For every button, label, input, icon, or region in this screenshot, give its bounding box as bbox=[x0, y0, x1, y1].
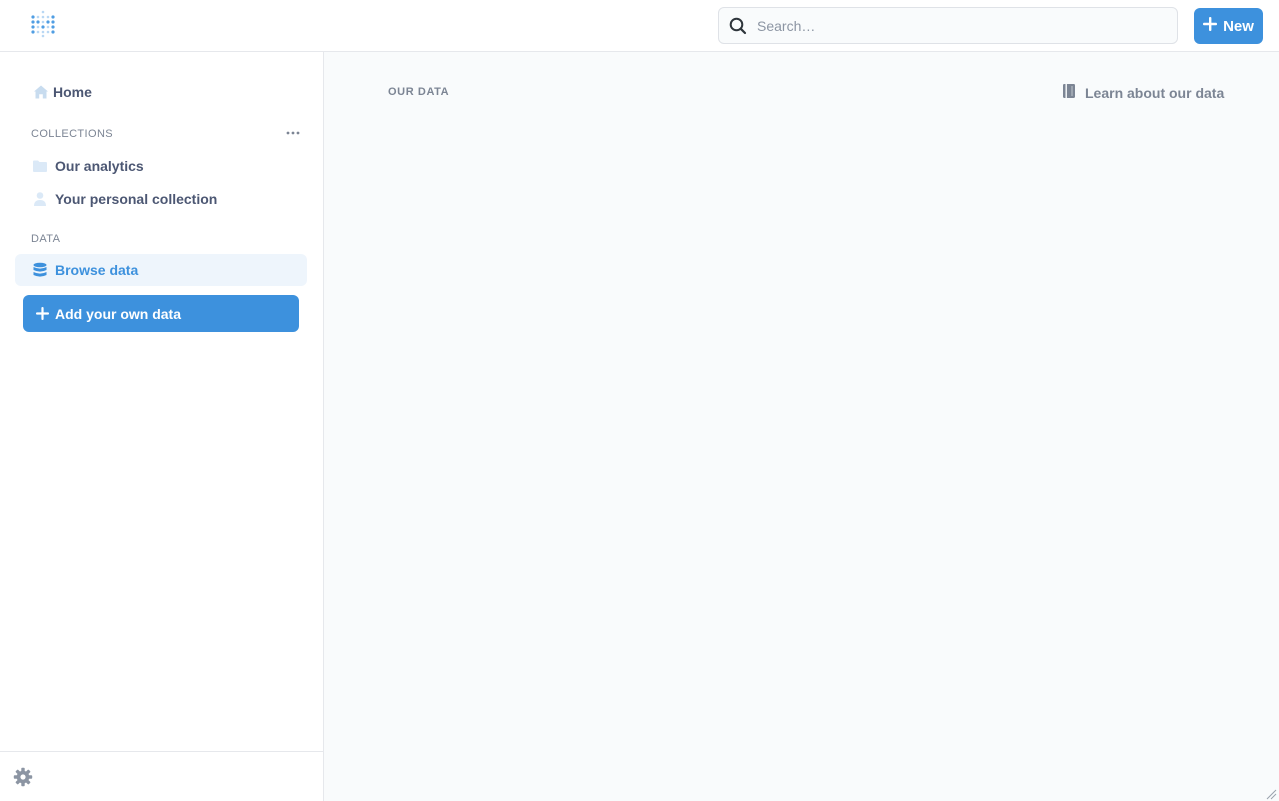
sidebar: Home COLLECTIONS Our analytics Your pers… bbox=[0, 52, 324, 801]
sidebar-item-home[interactable]: Home bbox=[15, 76, 307, 108]
sidebar-item-personal-collection[interactable]: Your personal collection bbox=[15, 183, 307, 215]
data-heading: DATA bbox=[31, 233, 61, 245]
add-your-own-data-button[interactable]: Add your own data bbox=[23, 295, 299, 332]
sidebar-item-browse-data[interactable]: Browse data bbox=[15, 254, 307, 286]
sidebar-item-label: Browse data bbox=[55, 262, 139, 278]
search-input[interactable] bbox=[757, 8, 1177, 43]
collections-more-icon[interactable] bbox=[282, 124, 304, 142]
learn-about-data-link[interactable]: Learn about our data bbox=[1062, 83, 1224, 103]
page-title: OUR DATA bbox=[388, 86, 450, 98]
reference-book-icon bbox=[1062, 83, 1077, 104]
top-navbar: New bbox=[0, 0, 1279, 52]
new-button[interactable]: New bbox=[1194, 8, 1263, 44]
sidebar-item-our-analytics[interactable]: Our analytics bbox=[15, 150, 307, 182]
home-icon bbox=[29, 80, 53, 104]
plus-icon bbox=[32, 307, 52, 320]
search-bar[interactable] bbox=[718, 7, 1178, 44]
main-content: OUR DATA Learn about our data bbox=[324, 52, 1279, 801]
learn-link-label: Learn about our data bbox=[1085, 85, 1225, 101]
metabase-logo-icon[interactable] bbox=[28, 9, 58, 39]
person-icon bbox=[28, 187, 52, 211]
search-icon bbox=[719, 7, 757, 44]
gear-icon[interactable] bbox=[12, 766, 34, 788]
sidebar-item-label: Our analytics bbox=[55, 158, 144, 174]
folder-icon bbox=[28, 154, 52, 178]
database-icon bbox=[28, 258, 52, 282]
new-button-label: New bbox=[1223, 17, 1254, 35]
app-window: New Home COLLECTIONS Our analyti bbox=[0, 0, 1279, 801]
collections-heading: COLLECTIONS bbox=[31, 128, 114, 140]
sidebar-footer bbox=[0, 751, 323, 801]
sidebar-item-label: Your personal collection bbox=[55, 191, 218, 207]
add-data-label: Add your own data bbox=[55, 305, 181, 322]
sidebar-item-label: Home bbox=[53, 84, 92, 100]
plus-icon bbox=[1203, 17, 1218, 35]
resize-grip-icon[interactable] bbox=[1265, 787, 1277, 800]
